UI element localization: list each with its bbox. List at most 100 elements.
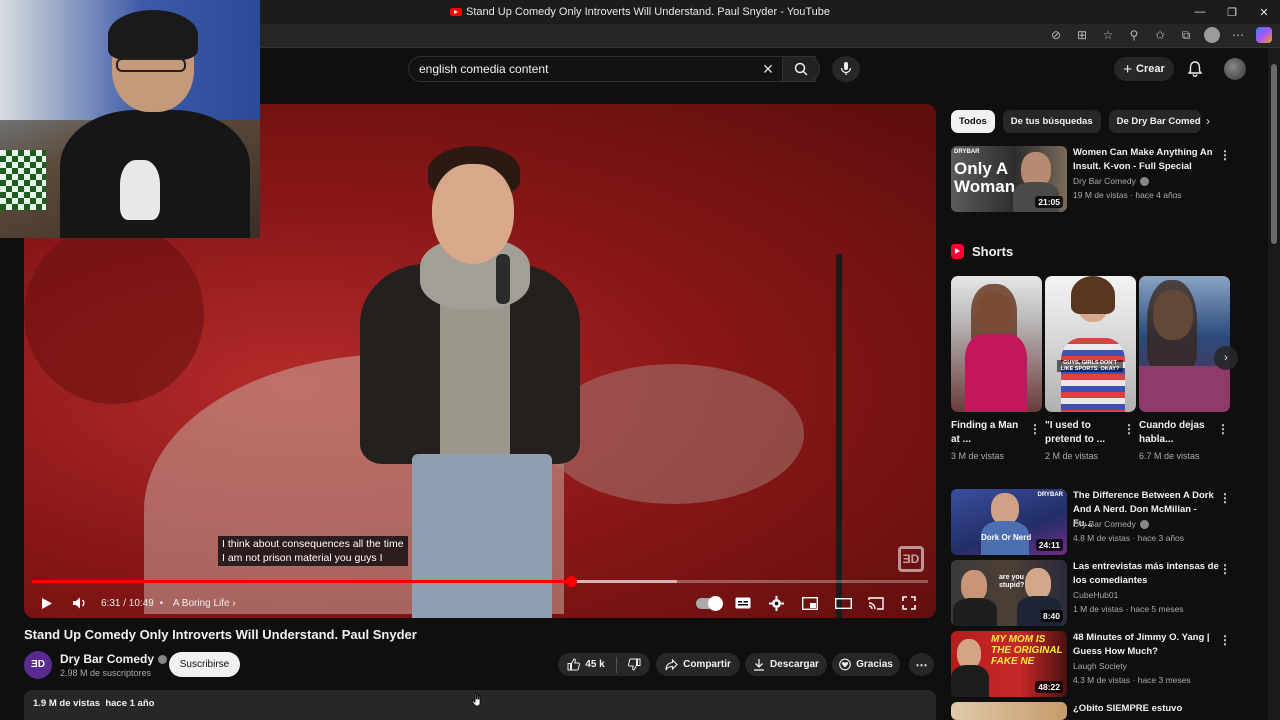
- current-time: 6:31 / 10:49: [101, 598, 154, 609]
- voice-search-button[interactable]: [832, 56, 860, 82]
- clear-search-icon[interactable]: ×: [758, 58, 778, 80]
- mute-button[interactable]: [69, 592, 91, 614]
- short-thumbnail[interactable]: [951, 276, 1042, 412]
- short-more-icon[interactable]: ⋮: [1029, 422, 1041, 436]
- page-scrollbar[interactable]: [1268, 48, 1280, 720]
- miniplayer-button[interactable]: [799, 592, 821, 614]
- extensions-icon[interactable]: ⚲: [1126, 28, 1142, 42]
- short-item[interactable]: Finding a Man at ... 3 M de vistas ⋮: [951, 276, 1042, 461]
- rec-thumb-text: MY MOM IS THE ORIGINAL FAKE NE: [991, 634, 1063, 667]
- search-input[interactable]: english comedia content: [408, 56, 816, 82]
- share-button[interactable]: Compartir: [656, 653, 740, 676]
- rec-title[interactable]: Las entrevistas más intensas de los come…: [1073, 560, 1219, 588]
- rec-channel[interactable]: Dry Bar Comedy: [1073, 519, 1149, 530]
- settings-button[interactable]: [765, 592, 787, 614]
- rec-channel[interactable]: CubeHub01: [1073, 590, 1118, 600]
- notifications-bell-icon[interactable]: [1186, 60, 1204, 78]
- translate-icon[interactable]: ⊘: [1048, 28, 1064, 42]
- rec-thumbnail[interactable]: MY MOM IS THE ORIGINAL FAKE NE 48:22: [951, 631, 1067, 697]
- short-thumbnail[interactable]: GUYS, GIRLS DON'T LIKE SPORTS. OKAY?: [1045, 276, 1136, 412]
- recommendation-item[interactable]: MY MOM IS THE ORIGINAL FAKE NE 48:22 48 …: [951, 631, 1231, 697]
- fullscreen-button[interactable]: [898, 592, 920, 614]
- chip-todos[interactable]: Todos: [951, 110, 995, 133]
- recommendation-item[interactable]: DRYBAR Dork Or Nerd 24:11 The Difference…: [951, 489, 1231, 557]
- subscribe-button[interactable]: Suscribirse: [169, 652, 240, 677]
- autoplay-toggle[interactable]: [696, 596, 723, 611]
- short-overlay-text: GUYS, GIRLS DON'T LIKE SPORTS. OKAY?: [1057, 360, 1123, 372]
- more-actions-button[interactable]: ⋯: [909, 653, 934, 676]
- thumbs-down-icon[interactable]: [627, 658, 641, 671]
- rec-thumb-text: Dork Or Nerd: [981, 533, 1032, 542]
- minimize-button[interactable]: —: [1184, 0, 1216, 24]
- short-title[interactable]: Cuando dejas habla...: [1139, 419, 1215, 447]
- thanks-button[interactable]: Gracias: [832, 653, 900, 676]
- short-more-icon[interactable]: ⋮: [1123, 422, 1135, 436]
- favorites-icon[interactable]: ✩: [1152, 28, 1168, 42]
- channel-avatar[interactable]: ƎD: [24, 651, 52, 679]
- channel-name-text[interactable]: Dry Bar Comedy: [60, 652, 154, 666]
- download-button[interactable]: Descargar: [745, 653, 827, 676]
- plus-icon: +: [1123, 60, 1132, 78]
- recommendation-item[interactable]: ¿Obito SIEMPRE estuvo: [951, 702, 1231, 720]
- apps-icon[interactable]: ⊞: [1074, 28, 1090, 42]
- rec-duration: 8:40: [1039, 610, 1063, 622]
- rec-channel[interactable]: Laugh Society: [1073, 661, 1127, 671]
- short-views: 6.7 M de vistas: [1139, 451, 1200, 461]
- short-item[interactable]: GUYS, GIRLS DON'T LIKE SPORTS. OKAY? "I …: [1045, 276, 1136, 461]
- rec-thumbnail[interactable]: [951, 702, 1067, 720]
- collections-icon[interactable]: ⧉: [1178, 28, 1194, 43]
- rec-duration: 24:11: [1035, 539, 1063, 551]
- rec-title[interactable]: Women Can Make Anything An Insult. K-von…: [1073, 146, 1219, 174]
- short-item[interactable]: Cuando dejas habla... 6.7 M de vistas ⋮: [1139, 276, 1230, 461]
- search-button[interactable]: [782, 56, 820, 82]
- chip-de-tus-busquedas[interactable]: De tus búsquedas: [1002, 110, 1101, 133]
- scrollbar-thumb[interactable]: [1271, 64, 1277, 244]
- cast-button[interactable]: [865, 592, 887, 614]
- webcam-overlay: [0, 0, 260, 238]
- maximize-button[interactable]: ❐: [1216, 0, 1248, 24]
- shorts-next-chevron-icon[interactable]: ›: [1214, 346, 1238, 370]
- chip-de-dry-bar-comedy[interactable]: De Dry Bar Comedy: [1108, 110, 1201, 133]
- rec-more-icon[interactable]: ⋮: [1219, 562, 1231, 576]
- short-more-icon[interactable]: ⋮: [1217, 422, 1229, 436]
- rec-thumbnail[interactable]: DRYBAR Dork Or Nerd 24:11: [951, 489, 1067, 555]
- create-button[interactable]: + Crear: [1114, 57, 1174, 81]
- favorite-star-icon[interactable]: ☆: [1100, 28, 1116, 42]
- like-count[interactable]: 45 k: [585, 659, 604, 670]
- short-title[interactable]: Finding a Man at ...: [951, 419, 1027, 447]
- youtube-tab-icon: [450, 8, 462, 16]
- thumbs-up-icon[interactable]: [567, 658, 581, 671]
- rec-more-icon[interactable]: ⋮: [1219, 633, 1231, 647]
- recommendation-item[interactable]: DRYBAR Only A Woman 21:05 Women Can Make…: [951, 146, 1231, 216]
- rec-more-icon[interactable]: ⋮: [1219, 148, 1231, 162]
- chessboard-image: [0, 150, 46, 210]
- chapter-title[interactable]: A Boring Life: [173, 598, 230, 609]
- rec-more-icon[interactable]: ⋮: [1219, 491, 1231, 505]
- copilot-icon[interactable]: [1256, 27, 1272, 43]
- theater-mode-button[interactable]: [832, 592, 854, 614]
- chevron-right-icon: ›: [232, 598, 236, 609]
- channel-watermark[interactable]: ƎD: [898, 546, 924, 572]
- chips-next-chevron-icon[interactable]: ›: [1206, 114, 1210, 128]
- rec-thumbnail[interactable]: are you stupid? 8:40: [951, 560, 1067, 626]
- rec-title[interactable]: ¿Obito SIEMPRE estuvo: [1073, 702, 1219, 716]
- rec-title[interactable]: 48 Minutes of Jimmy O. Yang | Guess How …: [1073, 631, 1219, 659]
- download-label: Descargar: [770, 659, 819, 670]
- short-thumbnail[interactable]: [1139, 276, 1230, 412]
- rec-channel-text[interactable]: Dry Bar Comedy: [1073, 176, 1136, 186]
- rec-channel[interactable]: Dry Bar Comedy: [1073, 176, 1149, 187]
- subscriber-count: 2.98 M de suscriptores: [60, 668, 152, 678]
- account-avatar[interactable]: [1224, 58, 1246, 80]
- channel-name[interactable]: Dry Bar Comedy: [60, 652, 168, 666]
- verified-badge-icon: [1139, 177, 1149, 187]
- recommendation-item[interactable]: are you stupid? 8:40 Las entrevistas más…: [951, 560, 1231, 626]
- subtitles-button[interactable]: [732, 592, 754, 614]
- short-title[interactable]: "I used to pretend to ...: [1045, 419, 1121, 447]
- progress-bar[interactable]: [32, 576, 928, 587]
- rec-channel-text[interactable]: Dry Bar Comedy: [1073, 519, 1136, 529]
- play-button[interactable]: [36, 592, 58, 614]
- browser-profile-avatar[interactable]: [1204, 27, 1220, 43]
- close-window-button[interactable]: ✕: [1248, 0, 1280, 24]
- browser-menu-icon[interactable]: ⋯: [1230, 28, 1246, 42]
- rec-thumbnail[interactable]: DRYBAR Only A Woman 21:05: [951, 146, 1067, 212]
